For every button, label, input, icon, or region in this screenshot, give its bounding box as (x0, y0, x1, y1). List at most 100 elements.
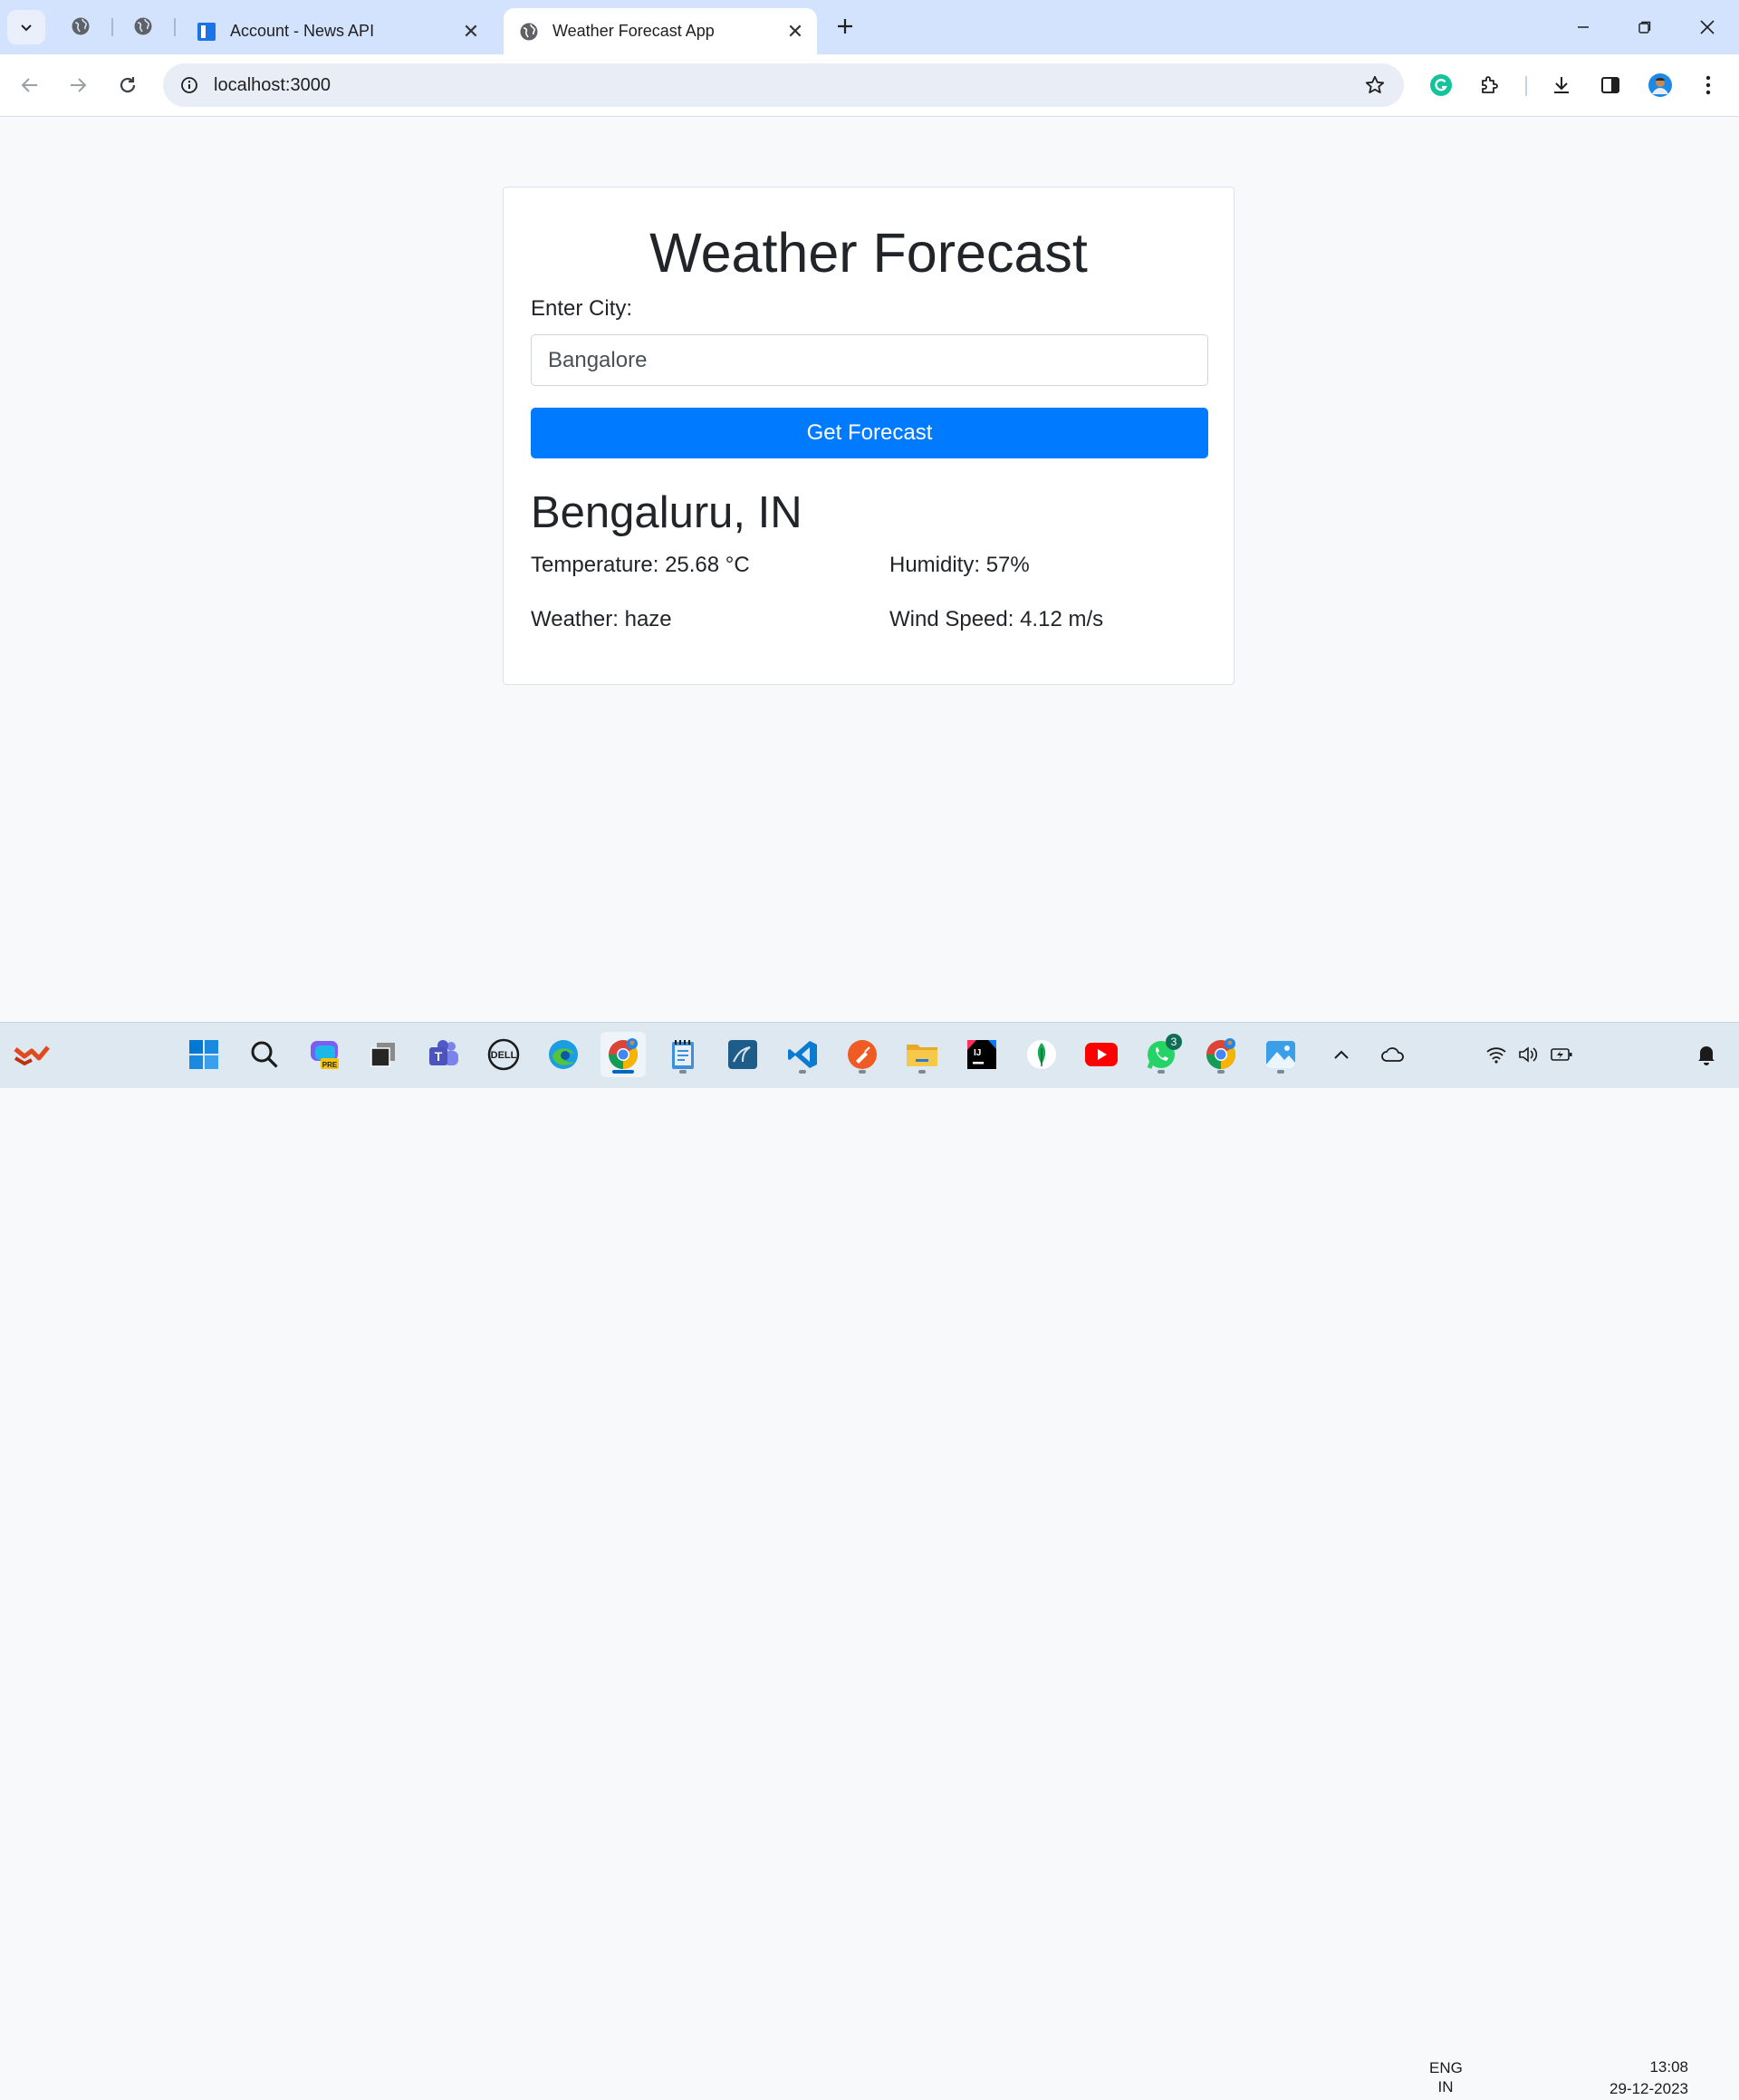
get-forecast-button[interactable]: Get Forecast (531, 408, 1208, 458)
reload-button[interactable] (111, 69, 144, 101)
file-explorer-button[interactable] (899, 1032, 945, 1077)
running-indicator (918, 1070, 926, 1074)
battery-status[interactable] (1545, 1032, 1578, 1077)
restore-button[interactable] (1624, 9, 1666, 45)
puzzle-icon (1482, 76, 1498, 93)
wifi-status[interactable] (1480, 1032, 1513, 1077)
mongodb-leaf-icon (1027, 1040, 1056, 1069)
folder-icon (907, 1045, 937, 1066)
mysql-workbench-icon (728, 1040, 757, 1069)
profile-avatar[interactable] (1644, 69, 1677, 101)
back-button[interactable] (14, 69, 46, 101)
chrome-profile-button[interactable] (1198, 1032, 1244, 1077)
tab-news-api[interactable]: Account - News API ✕ (181, 8, 493, 54)
site-info-icon[interactable] (176, 72, 203, 99)
tab-strip: Account - News API ✕ Weather Forecast Ap… (0, 0, 1739, 54)
pinned-tab-1[interactable] (67, 13, 94, 40)
temperature-value: Temperature: 25.68 °C (531, 553, 750, 577)
svg-text:T: T (435, 1049, 443, 1064)
city-input[interactable] (531, 334, 1208, 386)
restore-icon (1638, 21, 1651, 34)
minimize-button[interactable] (1562, 9, 1604, 45)
region-text: IN (1437, 2078, 1454, 2095)
running-indicator (859, 1070, 866, 1074)
chrome-button[interactable] (600, 1032, 646, 1077)
kebab-menu-icon (1705, 75, 1711, 95)
downloads-button[interactable] (1545, 69, 1578, 101)
reload-icon (120, 77, 136, 93)
extensions-button[interactable] (1474, 69, 1506, 101)
postman-icon (848, 1040, 877, 1069)
running-indicator (1158, 1070, 1165, 1074)
grammarly-icon (1430, 74, 1452, 96)
browser-toolbar: localhost:3000 (0, 54, 1739, 117)
whatsapp-button[interactable]: 3 (1139, 1032, 1184, 1077)
chrome-icon (609, 1038, 638, 1069)
teams-button[interactable]: T (421, 1032, 466, 1077)
wifi-icon (1486, 1047, 1506, 1064)
tab-weather-forecast[interactable]: Weather Forecast App ✕ (504, 8, 817, 54)
news-api-favicon-icon (196, 21, 217, 43)
forward-button[interactable] (62, 69, 94, 101)
tab-title: Weather Forecast App (552, 22, 715, 40)
dell-app-button[interactable]: DELL (481, 1032, 526, 1077)
running-indicator (1217, 1070, 1225, 1074)
volume-status[interactable] (1513, 1032, 1545, 1077)
chevron-up-icon (1334, 1050, 1349, 1059)
address-bar[interactable]: localhost:3000 (163, 63, 1404, 107)
tab-title: Account - News API (230, 22, 375, 40)
show-hidden-icons-button[interactable] (1328, 1032, 1355, 1077)
search-button[interactable] (242, 1032, 287, 1077)
task-view-button[interactable] (360, 1032, 406, 1077)
chrome-icon (1206, 1038, 1235, 1069)
clock[interactable]: 13:08 29-12-2023 (1589, 2057, 1688, 2100)
notepad-button[interactable] (660, 1032, 706, 1077)
widgets-button[interactable] (9, 1032, 54, 1077)
running-indicator (799, 1070, 806, 1074)
wind-speed-value: Wind Speed: 4.12 m/s (889, 607, 1104, 631)
side-panel-icon (1601, 77, 1619, 93)
vscode-button[interactable] (780, 1032, 825, 1077)
youtube-button[interactable] (1079, 1032, 1124, 1077)
new-tab-button[interactable] (831, 13, 859, 40)
page-title: Weather Forecast (649, 222, 1088, 284)
globe-icon (134, 17, 152, 35)
intellij-button[interactable]: IJ (959, 1032, 1004, 1077)
bookmark-star-icon[interactable] (1362, 72, 1388, 98)
globe-icon (72, 17, 90, 35)
close-tab-icon[interactable]: ✕ (783, 19, 808, 44)
humidity-value: Humidity: 57% (889, 553, 1030, 577)
teams-icon: T (429, 1040, 458, 1065)
city-label: Enter City: (531, 296, 633, 321)
running-indicator (679, 1070, 687, 1074)
start-button[interactable] (181, 1032, 226, 1077)
input-language-indicator[interactable]: ENG IN (1429, 2058, 1463, 2096)
onedrive-button[interactable] (1371, 1032, 1415, 1077)
postman-button[interactable] (840, 1032, 885, 1077)
weather-widget-icon (14, 1045, 50, 1066)
notification-badge: 3 (1166, 1034, 1182, 1050)
battery-charging-icon (1551, 1048, 1572, 1061)
close-tab-icon[interactable]: ✕ (458, 19, 484, 44)
result-location: Bengaluru, IN (531, 488, 802, 537)
running-indicator (612, 1070, 634, 1074)
youtube-icon (1085, 1043, 1118, 1066)
pinned-tab-2[interactable] (130, 13, 157, 40)
weather-card: Weather Forecast Enter City: Get Forecas… (503, 187, 1235, 685)
copilot-button[interactable]: PRE (302, 1032, 347, 1077)
mysql-workbench-button[interactable] (720, 1032, 765, 1077)
edge-button[interactable] (541, 1032, 586, 1077)
mongodb-compass-button[interactable] (1019, 1032, 1064, 1077)
photos-button[interactable] (1258, 1032, 1303, 1077)
menu-button[interactable] (1692, 69, 1725, 101)
globe-icon (518, 21, 540, 43)
dell-logo-icon: DELL (487, 1038, 520, 1071)
grammarly-extension-button[interactable] (1425, 69, 1457, 101)
notifications-button[interactable] (1690, 1032, 1723, 1077)
tab-search-button[interactable] (7, 10, 45, 44)
side-panel-button[interactable] (1594, 69, 1627, 101)
copilot-icon: PRE (311, 1041, 339, 1069)
minimize-icon (1578, 26, 1589, 28)
close-window-button[interactable] (1686, 9, 1728, 45)
running-indicator (1277, 1070, 1284, 1074)
